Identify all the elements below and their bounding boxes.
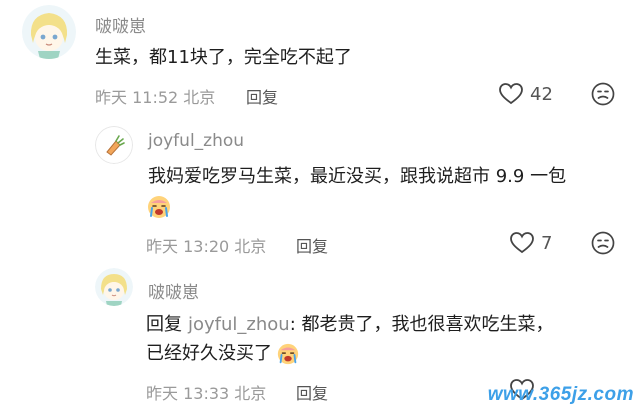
like-count: 42 [530, 83, 553, 105]
frown-face-icon [591, 82, 615, 106]
dislike-button[interactable] [591, 231, 615, 259]
comment-timestamp: 昨天 13:20 北京 [146, 237, 267, 256]
like-button[interactable]: 7 [509, 231, 552, 255]
comment-text-line1: : 都老贵了，我也很喜欢吃生菜， [289, 314, 554, 335]
comment-timestamp: 昨天 11:52 北京 [95, 88, 216, 107]
reply-button[interactable]: 回复 [246, 84, 278, 108]
heart-outline-icon [499, 83, 523, 105]
crying-emoji-icon [146, 194, 172, 220]
heart-outline-icon [510, 232, 534, 254]
dislike-button[interactable] [591, 82, 615, 110]
like-count: 7 [541, 232, 553, 254]
reply-button[interactable]: 回复 [296, 233, 328, 257]
comment-author[interactable]: 啵啵崽 [95, 12, 146, 37]
avatar[interactable] [95, 126, 133, 164]
comment-text: 我妈爱吃罗马生菜，最近没买，跟我说超市 9.9 一包 [148, 166, 567, 187]
comment-text: 回复 joyful_zhou: 都老贵了，我也很喜欢吃生菜， [146, 312, 554, 338]
crying-emoji-icon [276, 341, 300, 367]
watermark: www.365jz.com [487, 384, 634, 405]
comment-author[interactable]: joyful_zhou [148, 131, 244, 151]
comment-text: 生菜，都11块了，完全吃不起了 [95, 47, 352, 68]
comment-text-line2: 已经好久没买了 [146, 341, 300, 367]
reply-prefix: 回复 [146, 314, 182, 335]
comment-author[interactable]: 啵啵崽 [148, 278, 199, 303]
like-button[interactable]: 42 [498, 82, 553, 106]
mention-link[interactable]: joyful_zhou [188, 314, 290, 335]
avatar[interactable] [22, 5, 76, 59]
reply-button[interactable]: 回复 [296, 380, 328, 404]
avatar[interactable] [95, 268, 133, 306]
comment-timestamp: 昨天 13:33 北京 [146, 384, 267, 403]
frown-face-icon [591, 231, 615, 255]
